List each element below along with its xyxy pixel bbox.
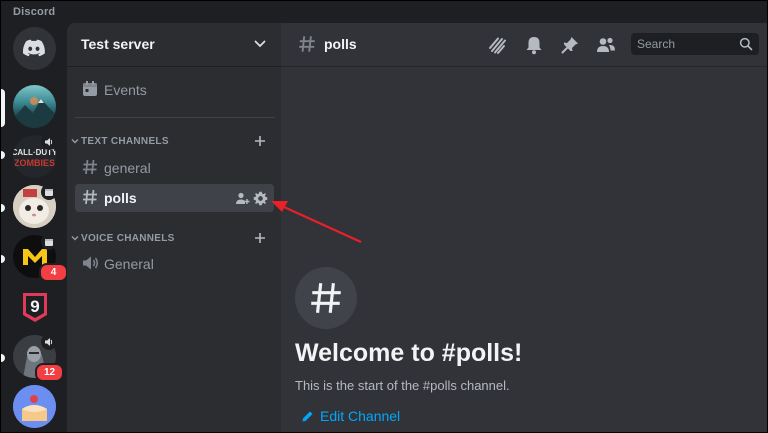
home-button[interactable] (13, 27, 56, 70)
voice-channel-general[interactable]: General (75, 250, 274, 278)
create-invite-icon[interactable] (235, 191, 250, 206)
unread-pill (1, 255, 5, 263)
member-list-icon[interactable] (595, 34, 617, 56)
active-server-pill (1, 89, 5, 127)
text-channels-category[interactable]: TEXT CHANNELS (69, 133, 279, 151)
server-name: Test server (81, 36, 155, 52)
unread-pill (1, 204, 5, 212)
edit-channel-link[interactable]: Edit Channel (301, 408, 400, 424)
chevron-down-icon (71, 139, 79, 144)
channel-polls[interactable]: polls (75, 184, 274, 212)
discord-window: Discord CALL·DUTY ZOMBIES 4 9 12 Test se… (0, 0, 768, 433)
category-label: TEXT CHANNELS (81, 136, 169, 147)
channel-label: general (104, 160, 151, 176)
welcome-hashtag-badge (295, 267, 357, 329)
server-3[interactable] (13, 184, 57, 228)
speaker-icon (41, 134, 57, 150)
event-icon (41, 234, 57, 250)
speaker-icon (83, 256, 98, 270)
search-input[interactable] (631, 33, 735, 55)
cake-avatar-icon (13, 385, 56, 428)
server-7[interactable] (13, 385, 56, 428)
mention-badge: 12 (35, 363, 64, 382)
server-5[interactable]: 9 (13, 285, 56, 328)
events-label: Events (104, 82, 147, 98)
channel-sidebar: Test server Events TEXT CHANNELS general… (67, 23, 281, 432)
threads-icon[interactable] (487, 34, 509, 56)
hashtag-icon (311, 283, 341, 313)
title-bar: Discord (1, 1, 767, 23)
channel-general[interactable]: general (75, 154, 274, 182)
mountain-server-icon (13, 85, 56, 128)
channel-header: polls (281, 23, 767, 67)
server-1[interactable] (13, 85, 56, 128)
search-icon (739, 37, 753, 51)
discord-logo-icon (22, 39, 45, 56)
notification-bell-icon[interactable] (523, 34, 545, 56)
create-channel-plus-icon[interactable] (253, 231, 267, 245)
main-content: polls Welcome to #polls! This is the sta… (281, 23, 767, 432)
server-4[interactable]: 4 (13, 234, 68, 282)
channel-label: polls (104, 190, 137, 206)
svg-text:9: 9 (30, 297, 39, 316)
welcome-title: Welcome to #polls! (295, 339, 523, 367)
pin-icon[interactable] (559, 34, 581, 56)
app-title: Discord (13, 6, 56, 18)
server-2[interactable]: CALL·DUTY ZOMBIES (13, 134, 57, 178)
server-6[interactable]: 12 (13, 334, 64, 382)
server-rail: CALL·DUTY ZOMBIES 4 9 12 (1, 23, 68, 432)
unread-pill (1, 354, 5, 362)
divider (75, 117, 275, 118)
hashtag-icon (83, 159, 97, 175)
svg-text:ZOMBIES: ZOMBIES (14, 158, 55, 168)
calendar-icon (83, 81, 97, 96)
welcome-subtitle: This is the start of the #polls channel. (295, 378, 510, 393)
number-9-server-icon: 9 (13, 285, 56, 328)
pencil-icon (302, 411, 313, 421)
category-label: VOICE CHANNELS (81, 233, 175, 244)
voice-channels-category[interactable]: VOICE CHANNELS (69, 230, 279, 248)
speaker-icon (41, 334, 57, 350)
channel-label: General (104, 256, 154, 272)
channel-title: polls (324, 36, 357, 52)
unread-pill (1, 151, 5, 159)
gear-icon[interactable] (253, 191, 268, 206)
events-item[interactable]: Events (75, 76, 274, 104)
chevron-down-icon (254, 40, 266, 48)
create-channel-plus-icon[interactable] (253, 134, 267, 148)
hashtag-icon (299, 36, 315, 52)
search-box[interactable] (631, 33, 759, 55)
hashtag-icon (83, 189, 97, 205)
edit-channel-label: Edit Channel (320, 408, 401, 424)
event-icon (41, 184, 57, 200)
mention-badge: 4 (39, 263, 68, 282)
chevron-down-icon (71, 236, 79, 241)
server-header[interactable]: Test server (67, 23, 281, 67)
